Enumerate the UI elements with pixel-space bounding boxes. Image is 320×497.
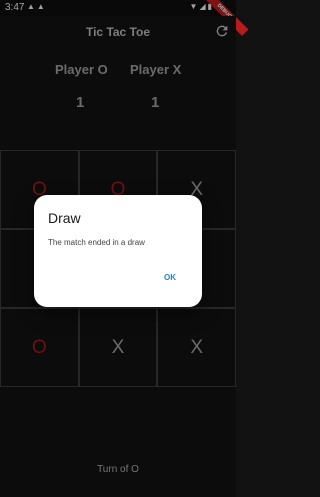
dialog-message: The match ended in a draw	[48, 238, 145, 247]
ok-button[interactable]: OK	[164, 273, 176, 282]
dialog-title: Draw	[48, 210, 81, 226]
draw-dialog: Draw The match ended in a draw OK	[34, 195, 202, 307]
